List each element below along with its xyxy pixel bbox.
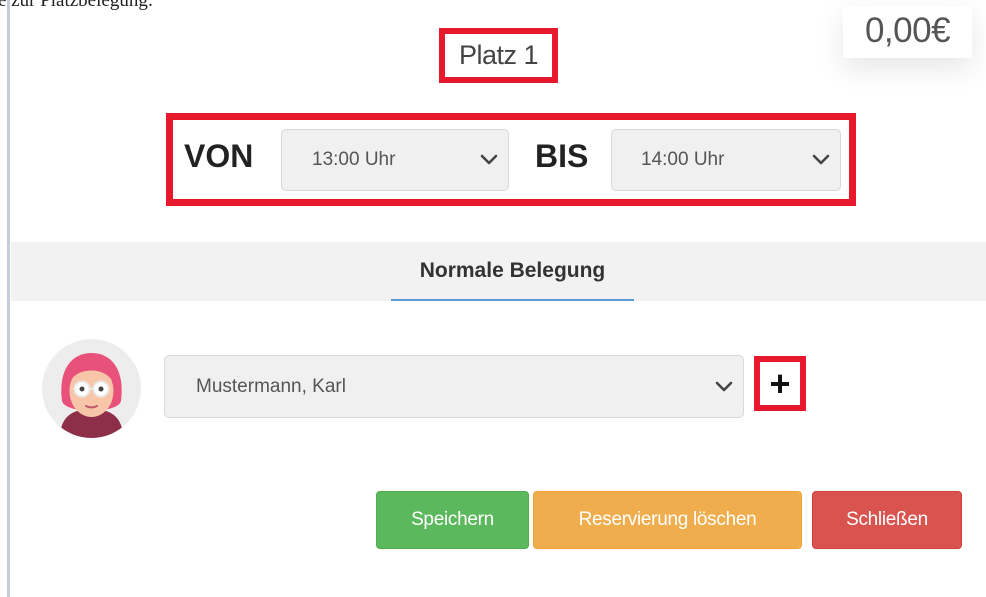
avatar [42,339,141,438]
tab-label: Normale Belegung [419,258,606,282]
chevron-down-icon [812,154,830,165]
clipped-heading: e zur Platzbelegung: [0,0,154,11]
from-time-value: 13:00 Uhr [312,149,396,170]
to-time-select[interactable]: 14:00 Uhr [611,129,841,191]
tab-bar: Normale Belegung [11,242,986,301]
time-range-group: VON 13:00 Uhr BIS 14:00 Uhr [166,113,856,206]
tab-normale-belegung[interactable]: Normale Belegung [391,242,634,301]
close-button[interactable]: Schließen [812,491,962,549]
save-button[interactable]: Speichern [376,491,529,549]
plus-icon: + [769,362,791,404]
delete-reservation-button[interactable]: Reservierung löschen [533,491,802,549]
chevron-down-icon [715,381,733,391]
place-title: Platz 1 [439,28,558,83]
chevron-down-icon [480,154,498,165]
place-title-text: Platz 1 [458,40,539,70]
price-display: 0,00€ [843,6,972,58]
from-time-select[interactable]: 13:00 Uhr [281,129,509,191]
user-avatar-icon [60,353,123,438]
member-select[interactable]: Mustermann, Karl [164,355,744,418]
to-time-value: 14:00 Uhr [641,149,725,170]
left-divider [7,0,10,597]
add-member-button[interactable]: + [754,356,806,411]
to-label: BIS [535,138,589,174]
member-select-value: Mustermann, Karl [196,375,346,397]
from-label: VON [184,138,254,174]
